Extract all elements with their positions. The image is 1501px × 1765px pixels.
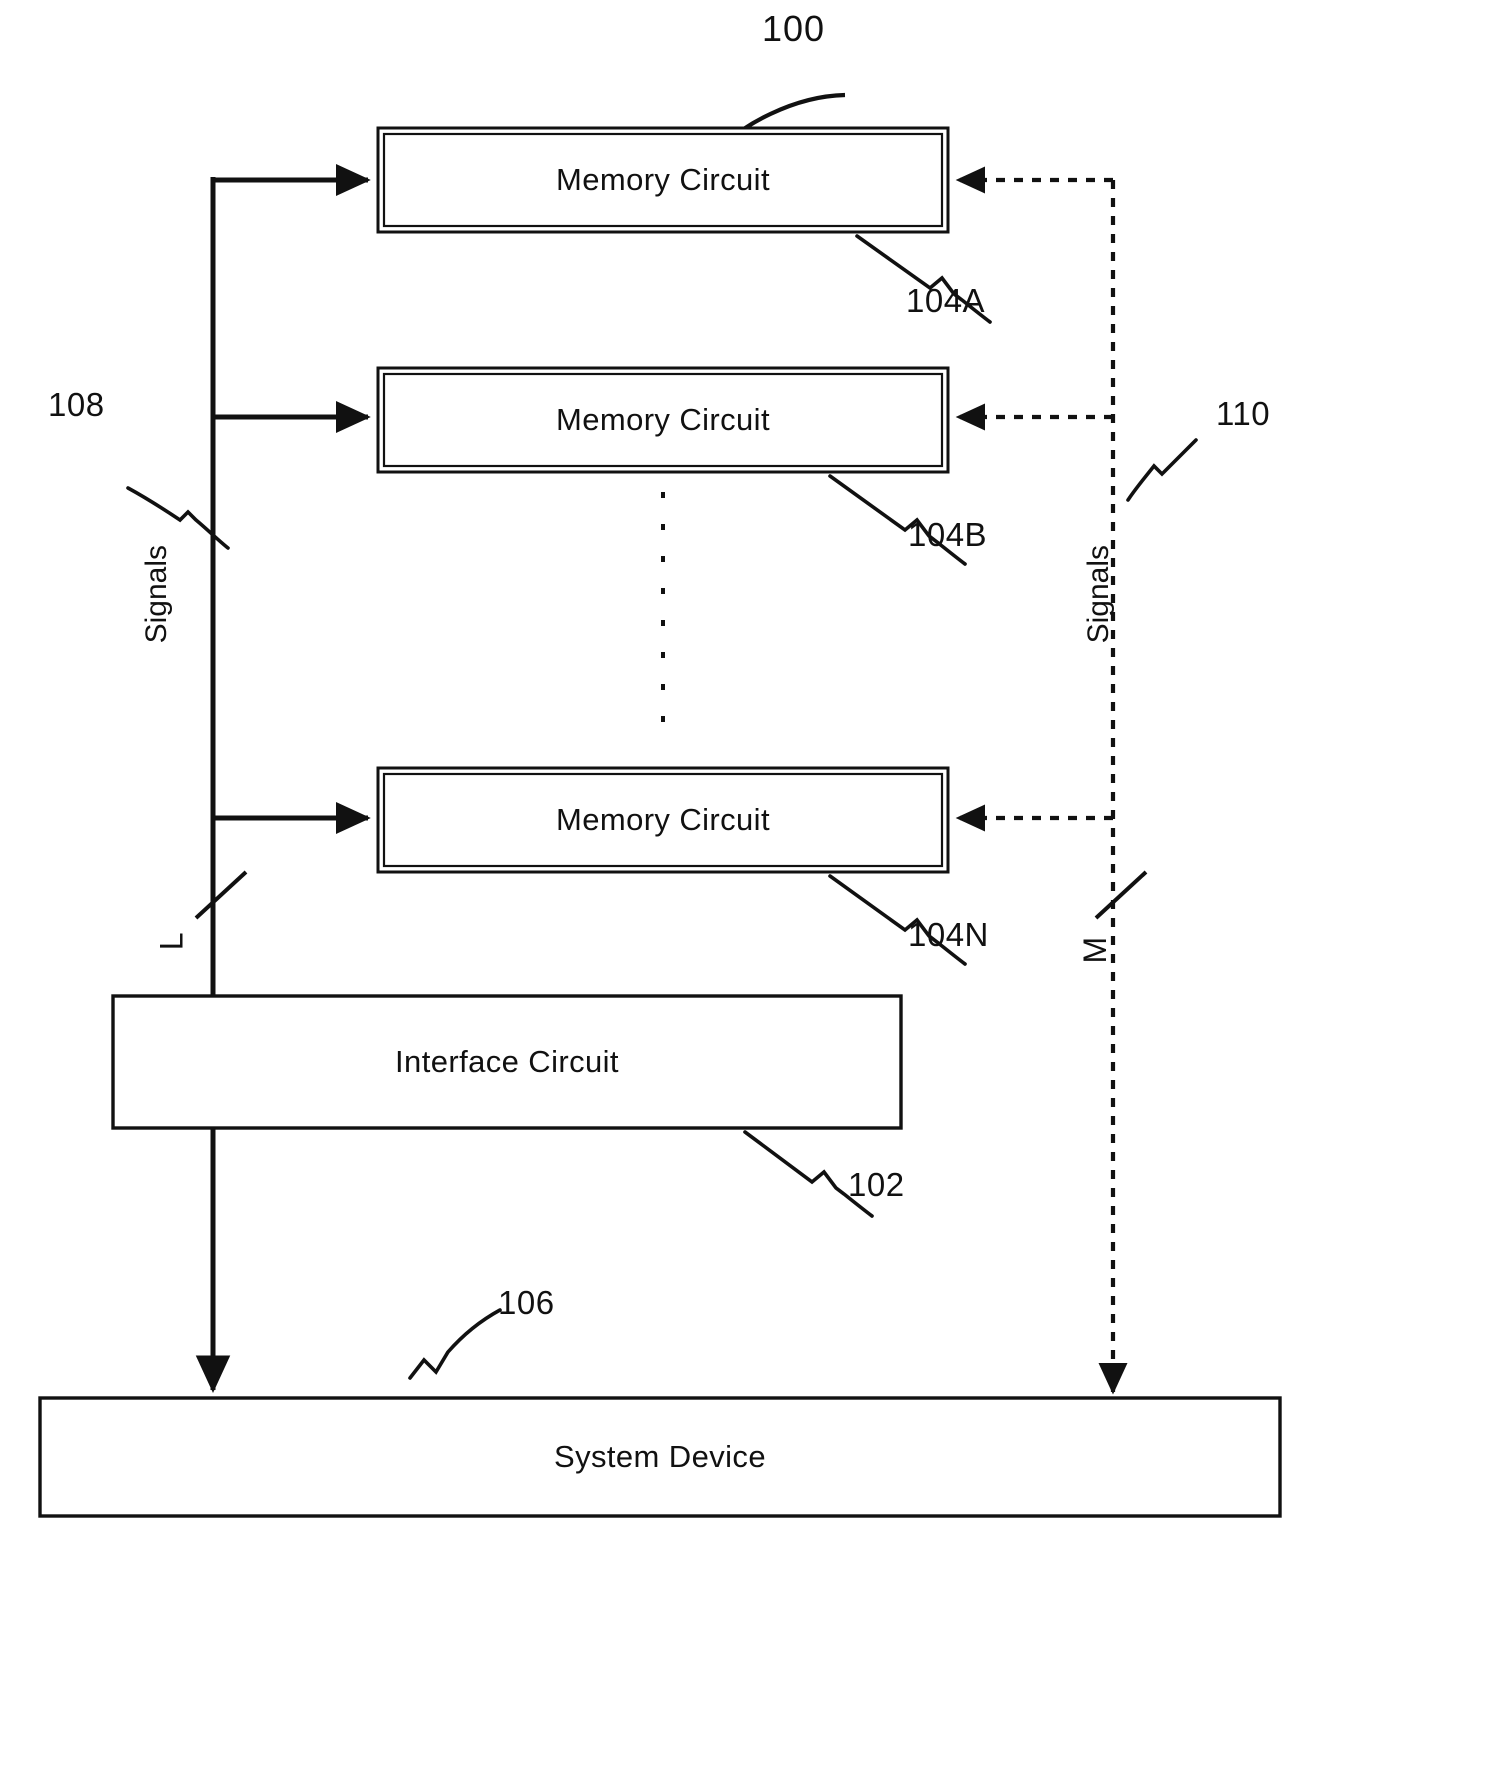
ref-102: 102 [848,1166,905,1203]
diagram-artwork [38,92,1282,1518]
figure-number: 100 [762,8,826,49]
ref-104b: 104B [908,516,988,553]
ref-108: 108 [48,386,105,423]
ref-104n: 104N [908,916,989,953]
left-bus-signals-label: Signals [140,545,173,644]
figure-canvas: 100 Memory Circuit 104A Memory Circuit 1… [0,0,1501,1765]
ref-104a: 104A [906,282,986,319]
ref-106: 106 [498,1284,555,1321]
left-bus-width-label: L [153,932,190,951]
right-bus-width-label: M [1076,936,1113,964]
ref-110: 110 [1216,395,1271,432]
right-bus-signals-label: Signals [1082,545,1115,644]
